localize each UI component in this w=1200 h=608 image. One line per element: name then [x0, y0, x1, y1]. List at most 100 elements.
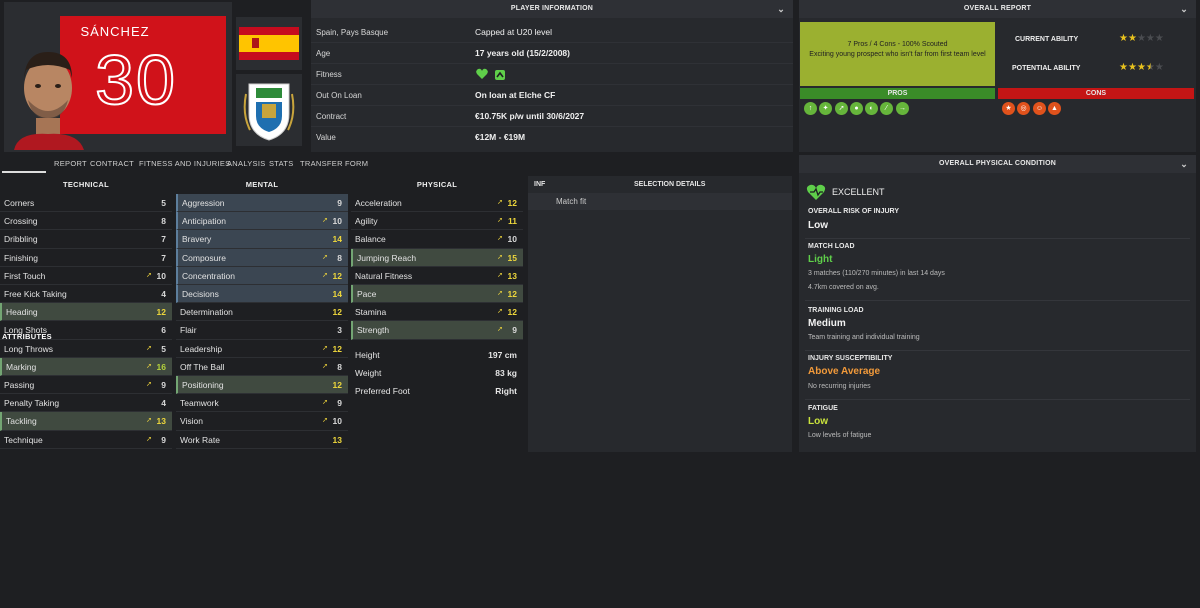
fitness-value: [475, 64, 511, 85]
pro-trait-icon[interactable]: ↑: [804, 102, 817, 115]
tab-selected-indicator: [2, 171, 46, 173]
attribute-row[interactable]: Positioning 12: [176, 376, 348, 395]
panel-title: PLAYER INFORMATION: [510, 5, 594, 12]
attribute-name: Concentration: [182, 270, 235, 281]
attribute-row[interactable]: Tackling ➚ 13: [0, 412, 172, 431]
attribute-value: 14: [332, 289, 342, 299]
attribute-row[interactable]: Pace ➚ 12: [351, 285, 523, 304]
attribute-row[interactable]: Free Kick Taking 4: [0, 285, 172, 304]
physical-info-row: Weight 83 kg: [351, 364, 523, 382]
attribute-name: Penalty Taking: [4, 398, 60, 409]
attribute-name: Passing: [4, 380, 35, 390]
attribute-row[interactable]: Acceleration ➚ 12: [351, 194, 523, 213]
attribute-row[interactable]: Agility ➚ 11: [351, 212, 523, 231]
attribute-row[interactable]: Determination 12: [176, 303, 348, 322]
info-row-age: Age 17 years old (15/2/2008): [311, 43, 793, 64]
star-icon: ★: [1154, 33, 1164, 44]
con-trait-icon[interactable]: ★: [1002, 102, 1015, 115]
attribute-name: Stamina: [355, 307, 387, 318]
attribute-row[interactable]: Work Rate 13: [176, 431, 348, 449]
injury-susceptibility-detail: No recurring injuries: [808, 383, 871, 390]
attribute-value: 7: [161, 234, 166, 245]
attribute-row[interactable]: Marking ➚ 16: [0, 357, 172, 376]
divider: [805, 399, 1190, 400]
attribute-row[interactable]: Anticipation ➚ 10: [176, 212, 348, 231]
attribute-row[interactable]: Jumping Reach ➚ 15: [351, 248, 523, 267]
attribute-row[interactable]: Balance ➚ 10: [351, 230, 523, 249]
attribute-row[interactable]: Off The Ball ➚ 8: [176, 358, 348, 376]
pro-trait-icon[interactable]: ➚: [835, 102, 848, 115]
info-label: Value: [316, 133, 336, 142]
attribute-value: 12: [507, 198, 517, 208]
attribute-row[interactable]: Strength ➚ 9: [351, 321, 523, 340]
attribute-row[interactable]: Finishing 7: [0, 249, 172, 267]
attribute-row[interactable]: Leadership ➚ 12: [176, 340, 348, 358]
potential-ability-label: POTENTIAL ABILITY: [1012, 65, 1081, 72]
attribute-row[interactable]: Flair 3: [176, 321, 348, 340]
tab-form[interactable]: FORM: [345, 159, 368, 168]
pro-trait-icon[interactable]: ●: [850, 102, 863, 115]
club-badge-box[interactable]: [236, 74, 302, 146]
attribute-row[interactable]: Corners 5: [0, 194, 172, 213]
attribute-value: 12: [332, 380, 342, 390]
pro-trait-icon[interactable]: ◐: [865, 102, 878, 115]
heart-icon: [476, 68, 488, 79]
attribute-name: Natural Fitness: [355, 270, 413, 281]
tab-stats[interactable]: STATS: [269, 159, 294, 168]
attribute-row[interactable]: Penalty Taking 4: [0, 394, 172, 413]
con-trait-icon[interactable]: ☺: [1033, 102, 1046, 115]
pro-trait-icon[interactable]: →: [896, 102, 909, 115]
attribute-value: 14: [332, 234, 342, 245]
info-value: Capped at U20 level: [475, 27, 553, 37]
attribute-row[interactable]: Crossing 8: [0, 212, 172, 231]
inf-column-header[interactable]: INF: [534, 176, 545, 193]
attribute-name: Technique: [4, 434, 43, 445]
tab-report[interactable]: REPORT: [54, 159, 87, 168]
injury-susceptibility-value: Above Average: [808, 366, 881, 377]
con-trait-icon[interactable]: ◎: [1017, 102, 1030, 115]
attribute-row[interactable]: First Touch ➚ 10: [0, 267, 172, 285]
attribute-row[interactable]: Natural Fitness ➚ 13: [351, 267, 523, 285]
attribute-row[interactable]: Decisions 14: [176, 285, 348, 304]
attribute-row[interactable]: Passing ➚ 9: [0, 376, 172, 395]
tab-analysis[interactable]: ANALYSIS: [227, 159, 266, 168]
player-name: SÁNCHEZ: [80, 24, 150, 39]
tab-fitness-and-injuries[interactable]: FITNESS AND INJURIES: [139, 159, 230, 168]
current-ability-stars: ★★★★★: [1119, 33, 1164, 44]
info-row-loan: Out On Loan On loan at Elche CF: [311, 85, 793, 106]
tab-contract[interactable]: CONTRACT: [90, 159, 134, 168]
attribute-name: Strength: [357, 325, 390, 336]
attribute-row[interactable]: Bravery 14: [176, 230, 348, 249]
physical-info-label: Preferred Foot: [355, 386, 410, 397]
attribute-row[interactable]: Vision ➚ 10: [176, 412, 348, 431]
attribute-row[interactable]: Technique ➚ 9: [0, 431, 172, 449]
info-label: Contract: [316, 112, 347, 121]
star-icon: ★: [1145, 33, 1155, 44]
attribute-row[interactable]: Teamwork ➚ 9: [176, 394, 348, 413]
pro-trait-icon[interactable]: ✦: [819, 102, 832, 115]
condition-status: EXCELLENT: [832, 187, 885, 197]
attribute-row[interactable]: Aggression 9: [176, 194, 348, 213]
chevron-down-icon[interactable]: ⌄: [1180, 0, 1188, 18]
attribute-row[interactable]: Long Throws ➚ 5: [0, 340, 172, 358]
selection-details-panel: INF SELECTION DETAILS Match fit: [528, 176, 792, 452]
nation-flag-box[interactable]: [236, 17, 302, 70]
panel-title: OVERALL PHYSICAL CONDITION: [939, 160, 1056, 167]
attribute-row[interactable]: Heading 12: [0, 303, 172, 322]
pro-trait-icon[interactable]: ⁄: [880, 102, 893, 115]
info-value[interactable]: On loan at Elche CF: [475, 85, 555, 106]
attribute-name: Composure: [182, 252, 226, 263]
physical-column: PHYSICAL Acceleration ➚ 12 Agility ➚ 11 Balanc…: [351, 176, 523, 452]
attribute-name: Anticipation: [182, 216, 226, 227]
attribute-row[interactable]: Long Shots 6: [0, 321, 172, 340]
attribute-row[interactable]: Composure ➚ 8: [176, 248, 348, 267]
attribute-row[interactable]: Dribbling 7: [0, 230, 172, 249]
attribute-row[interactable]: Concentration ➚ 12: [176, 266, 348, 285]
attribute-row[interactable]: Stamina ➚ 12: [351, 303, 523, 322]
attribute-name: Balance: [355, 234, 386, 245]
chevron-down-icon[interactable]: ⌄: [777, 0, 785, 18]
scout-summary[interactable]: 7 Pros / 4 Cons - 100% Scouted Exciting …: [800, 22, 995, 86]
chevron-down-icon[interactable]: ⌄: [1180, 155, 1188, 173]
con-trait-icon[interactable]: ▲: [1048, 102, 1061, 115]
tab-transfer[interactable]: TRANSFER: [300, 159, 343, 168]
